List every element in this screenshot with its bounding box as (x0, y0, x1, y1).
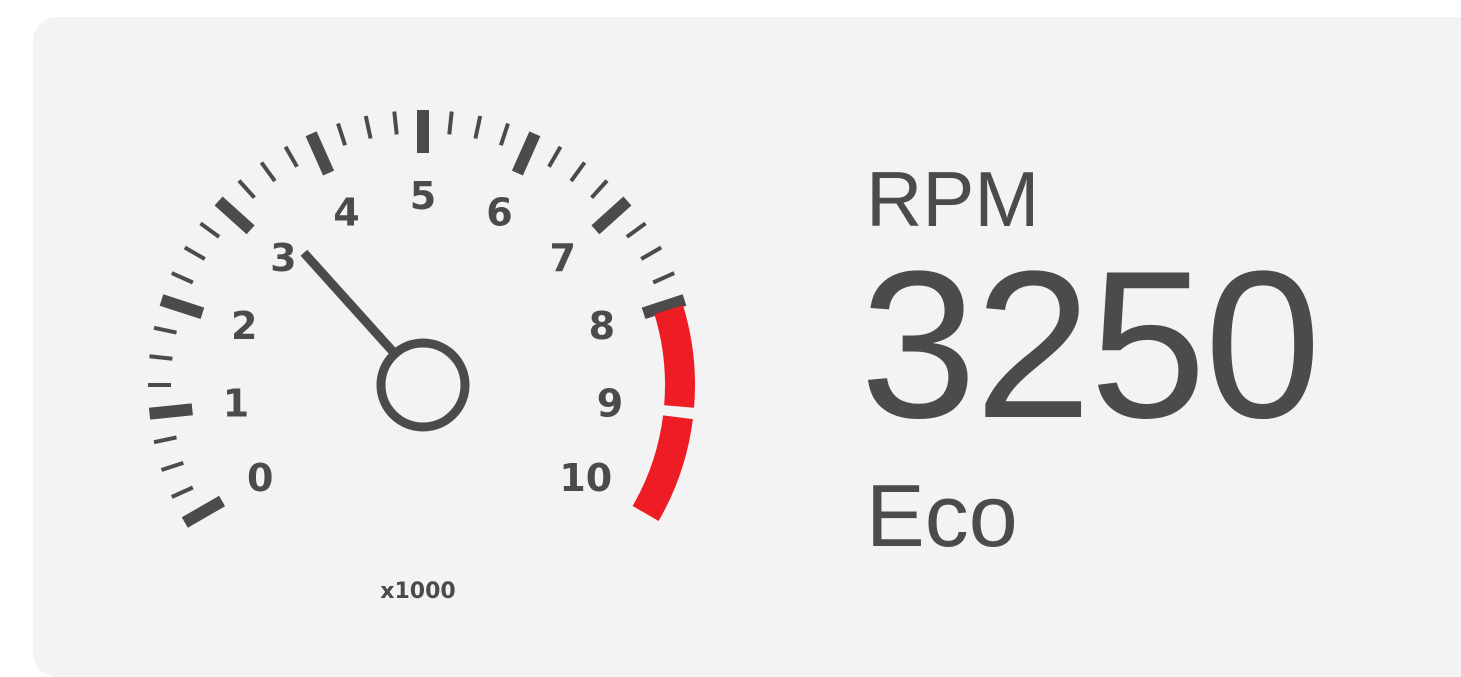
needle-shaft (300, 249, 396, 354)
redline-segment (632, 415, 693, 521)
gauge-minor-tick (625, 221, 647, 239)
gauge-scale-label: 6 (486, 190, 512, 234)
gauge-minor-tick (153, 325, 177, 335)
gauge-scale-label: 3 (270, 236, 296, 280)
gauge-scale-label: 9 (597, 382, 623, 426)
gauge-needle (300, 249, 396, 354)
gauge-minor-tick (149, 354, 173, 361)
gauge-scale-label: 2 (231, 304, 257, 348)
gauge-major-tick (305, 131, 335, 176)
gauge-major-tick (148, 403, 193, 420)
needle-hub (376, 338, 470, 432)
gauge-minor-tick (640, 245, 663, 261)
gauge-scale-label: 8 (589, 304, 615, 348)
gauge-minor-tick (498, 122, 510, 146)
gauge-minor-tick (447, 111, 454, 135)
gauge-scale-label: 5 (410, 174, 436, 218)
gauge-major-tick (181, 495, 226, 528)
gauge-major-tick (591, 196, 632, 235)
gauge-minor-tick (652, 271, 676, 285)
gauge-major-tick (159, 294, 205, 320)
redline-zone (632, 305, 695, 521)
gauge-scale-label: 7 (549, 236, 575, 280)
gauge-unit-label: x1000 (380, 579, 455, 604)
gauge-scale-label: 10 (559, 456, 612, 500)
gauge-minor-tick (199, 221, 221, 239)
gauge-minor-tick (170, 485, 194, 499)
gauge-scale-label: 0 (247, 456, 273, 500)
gauge-minor-tick (336, 122, 348, 146)
gauge-minor-tick (392, 111, 399, 135)
gauge-minor-tick (590, 179, 609, 200)
gauge-scale-label: 4 (333, 190, 359, 234)
gauge-minor-tick (569, 161, 587, 183)
gauge-minor-tick (170, 271, 194, 285)
gauge-major-tick (511, 131, 541, 176)
drive-mode-label: Eco (866, 466, 1018, 565)
gauge-minor-tick (473, 115, 483, 139)
gauge-minor-tick (160, 460, 184, 472)
gauge-major-tick (214, 196, 255, 235)
gauge-minor-tick (363, 115, 373, 139)
gauge-minor-tick (183, 245, 206, 261)
gauge-minor-tick (153, 435, 177, 445)
rpm-value: 3250 (860, 227, 1321, 462)
gauge-minor-tick (259, 161, 277, 183)
redline-segment (654, 305, 695, 408)
gauge-scale-label: 1 (223, 382, 249, 426)
gauge-scale-labels: 0 1 234 5 678 9 10 (223, 174, 623, 500)
gauge-minor-tick (237, 179, 256, 200)
gauge-minor-tick (283, 145, 299, 168)
gauge-minor-tick (547, 145, 563, 168)
